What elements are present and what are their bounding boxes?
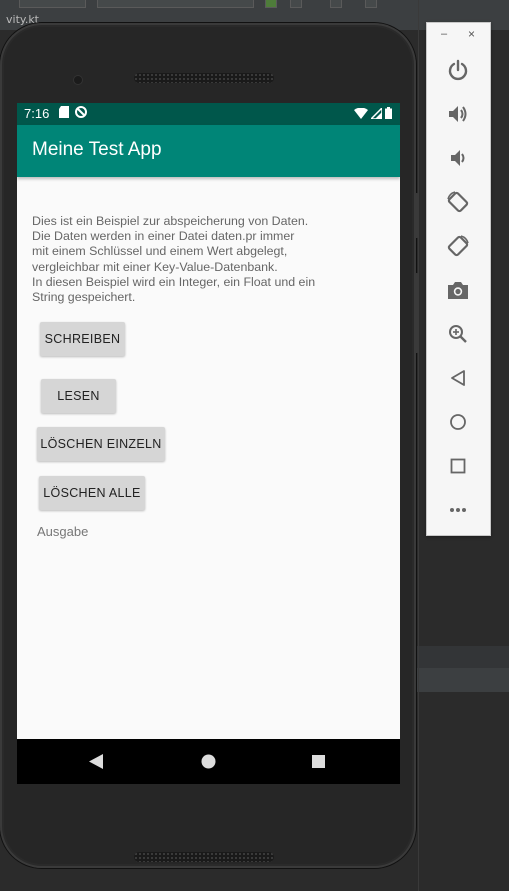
loeschen-einzeln-button[interactable]: LÖSCHEN EINZELN — [37, 427, 165, 461]
phone-screen: 7:16 Meine Test App Dies ist ein Beispie… — [17, 103, 400, 784]
volume-up-icon[interactable] — [444, 100, 472, 128]
phone-volume-button — [416, 273, 419, 353]
lesen-button[interactable]: LESEN — [41, 379, 116, 413]
output-text: Ausgabe — [37, 524, 89, 539]
description-text: Dies ist ein Beispiel zur abspeicherung … — [32, 214, 316, 305]
emulator-toolbar: – × — [426, 22, 491, 536]
home-icon[interactable] — [201, 754, 216, 774]
ide-toolbar-button[interactable] — [265, 0, 277, 8]
volume-down-icon[interactable] — [444, 144, 472, 172]
ide-toolbar-button[interactable] — [290, 0, 302, 8]
minimize-button[interactable]: – — [441, 28, 447, 40]
ide-gutter-line — [418, 0, 419, 891]
ide-toolbar-dropdown[interactable] — [97, 0, 254, 8]
camera-icon[interactable] — [444, 276, 472, 304]
app-bar: Meine Test App — [17, 125, 400, 177]
rotate-left-icon[interactable] — [444, 188, 472, 216]
schreiben-button[interactable]: SCHREIBEN — [40, 322, 125, 356]
back-icon[interactable] — [89, 754, 103, 774]
status-bar: 7:16 — [17, 103, 400, 125]
ide-toolbar-button[interactable] — [365, 0, 377, 8]
overview-icon[interactable] — [444, 452, 472, 480]
no-disturb-icon — [75, 106, 87, 121]
phone-power-button — [416, 193, 419, 238]
rotate-right-icon[interactable] — [444, 232, 472, 260]
status-time: 7:16 — [24, 106, 50, 121]
app-title: Meine Test App — [32, 139, 162, 160]
bottom-speaker-grille — [134, 852, 274, 862]
zoom-icon[interactable] — [444, 320, 472, 348]
back-icon[interactable] — [444, 364, 472, 392]
home-icon[interactable] — [444, 408, 472, 436]
main-content: Dies ist ein Beispiel zur abspeicherung … — [17, 177, 400, 739]
power-icon[interactable] — [444, 56, 472, 84]
battery-icon — [385, 107, 392, 122]
front-camera — [74, 76, 82, 84]
close-button[interactable]: × — [468, 27, 475, 41]
top-speaker-grille — [134, 73, 274, 83]
more-icon[interactable] — [444, 496, 472, 524]
recents-icon[interactable] — [312, 755, 325, 773]
sd-card-icon — [59, 106, 69, 121]
loeschen-alle-button[interactable]: LÖSCHEN ALLE — [39, 476, 145, 510]
navigation-bar — [17, 739, 400, 784]
ide-toolbar-button[interactable] — [330, 0, 342, 8]
phone-frame: 7:16 Meine Test App Dies ist ein Beispie… — [0, 23, 419, 868]
emulator-window-controls: – × — [427, 27, 490, 43]
ide-toolbar-dropdown[interactable] — [19, 0, 86, 8]
wifi-icon — [354, 107, 368, 122]
signal-icon — [369, 106, 383, 122]
